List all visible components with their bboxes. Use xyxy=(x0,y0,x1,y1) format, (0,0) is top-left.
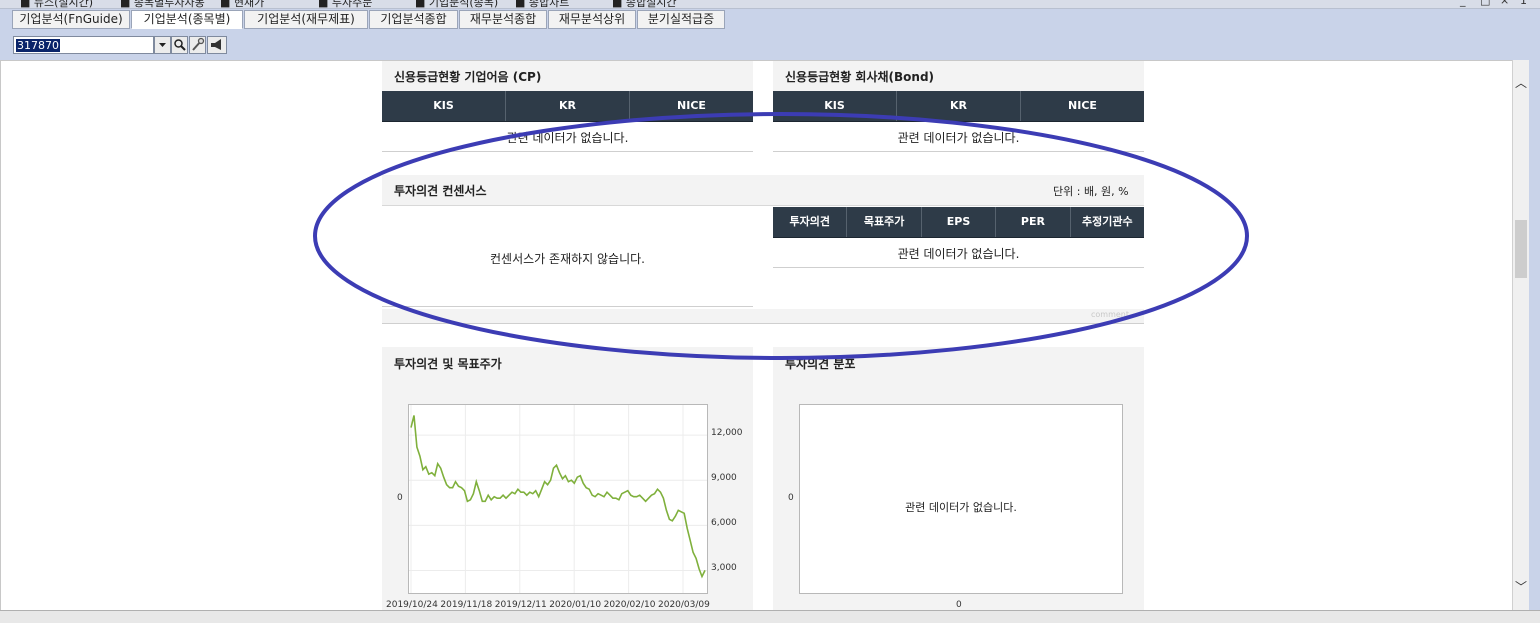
opinion-chart-plot xyxy=(408,404,708,594)
window-number: 1 xyxy=(1520,0,1527,7)
y-tick-label: 3,000 xyxy=(711,563,737,574)
window-title-investor[interactable]: ■ 종목별투자자동 xyxy=(120,0,205,8)
window-title-order[interactable]: ■ 투자주문 xyxy=(318,0,372,8)
tab-financial-summary[interactable]: 재무분석종합 xyxy=(459,10,547,29)
x-tick-label: 2019/11/18 xyxy=(440,600,493,610)
announce-button[interactable] xyxy=(207,36,227,54)
bond-title: 신용등급현황 회사채(Bond) xyxy=(785,70,935,84)
y-tick-label: 12,000 xyxy=(711,428,743,439)
tab-company-analysis[interactable]: 기업분석(종목별) xyxy=(131,10,243,29)
content-area: 신용등급현황 기업어음 (CP) KIS KR NICE 관련 데이터가 없습니… xyxy=(0,60,1513,611)
opinion-chart-svg xyxy=(409,405,707,593)
distribution-bottom-tick: 0 xyxy=(956,600,962,610)
opinion-left-tick: 0 xyxy=(397,493,403,503)
title-strip: ■ 뉴스(실시간) ■ 종목별투자자동 ■ 현재가 ■ 투자주문 ■ 기업분석(… xyxy=(0,0,1540,9)
megaphone-icon xyxy=(211,39,221,50)
price-line xyxy=(410,415,706,579)
window-title-analysis[interactable]: ■ 기업분석(종목) xyxy=(415,0,498,8)
toolbar xyxy=(0,30,1540,60)
dropdown-button[interactable] xyxy=(154,36,171,54)
minimize-icon[interactable]: _ xyxy=(1460,0,1466,7)
maximize-icon[interactable]: □ xyxy=(1480,0,1490,7)
tab-fnguide[interactable]: 기업분석(FnGuide) xyxy=(12,10,130,29)
tab-analysis-summary[interactable]: 기업분석종합 xyxy=(369,10,458,29)
tools-button[interactable] xyxy=(189,36,206,54)
vertical-scrollbar[interactable]: ︿ ﹀ xyxy=(1512,60,1529,610)
tab-quarterly-surge[interactable]: 분기실적급증 xyxy=(637,10,725,29)
search-icon xyxy=(174,39,186,51)
window-title-chart[interactable]: ■ 종합차트 xyxy=(515,0,569,8)
annotation-ellipse xyxy=(313,112,1249,360)
window-title-news[interactable]: ■ 뉴스(실시간) xyxy=(20,0,93,8)
chevron-down-icon xyxy=(159,43,166,47)
tab-bar: 기업분석(FnGuide) 기업분석(종목별) 기업분석(재무제표) 기업분석종… xyxy=(0,9,1540,30)
y-tick-label: 9,000 xyxy=(711,473,737,484)
tab-financial-top[interactable]: 재무분석상위 xyxy=(548,10,636,29)
x-tick-label: 2020/03/09 xyxy=(658,600,710,610)
distribution-left-tick: 0 xyxy=(788,493,794,503)
scroll-up-icon[interactable]: ︿ xyxy=(1513,74,1529,91)
stock-code-value: 317870 xyxy=(16,39,60,52)
x-tick-label: 2019/12/11 xyxy=(494,600,547,610)
window-title-realtime[interactable]: ■ 종합실시간 xyxy=(612,0,677,8)
stock-code-input[interactable]: 317870 xyxy=(13,36,154,54)
close-icon[interactable]: × xyxy=(1500,0,1509,7)
window-border xyxy=(1529,30,1540,622)
x-tick-label: 2019/10/24 xyxy=(386,600,438,610)
scroll-thumb[interactable] xyxy=(1515,220,1527,278)
wrench-icon xyxy=(192,37,205,51)
y-tick-label: 6,000 xyxy=(711,518,737,529)
tab-financial-statements[interactable]: 기업분석(재무제표) xyxy=(244,10,368,29)
status-bar xyxy=(0,610,1540,623)
x-tick-label: 2020/01/10 xyxy=(549,600,602,610)
distribution-no-data: 관련 데이터가 없습니다. xyxy=(905,501,1017,514)
cp-title: 신용등급현황 기업어음 (CP) xyxy=(394,70,542,84)
x-tick-label: 2020/02/10 xyxy=(603,600,656,610)
scroll-down-icon[interactable]: ﹀ xyxy=(1513,578,1529,595)
window-title-price[interactable]: ■ 현재가 xyxy=(220,0,264,8)
search-button[interactable] xyxy=(171,36,188,54)
